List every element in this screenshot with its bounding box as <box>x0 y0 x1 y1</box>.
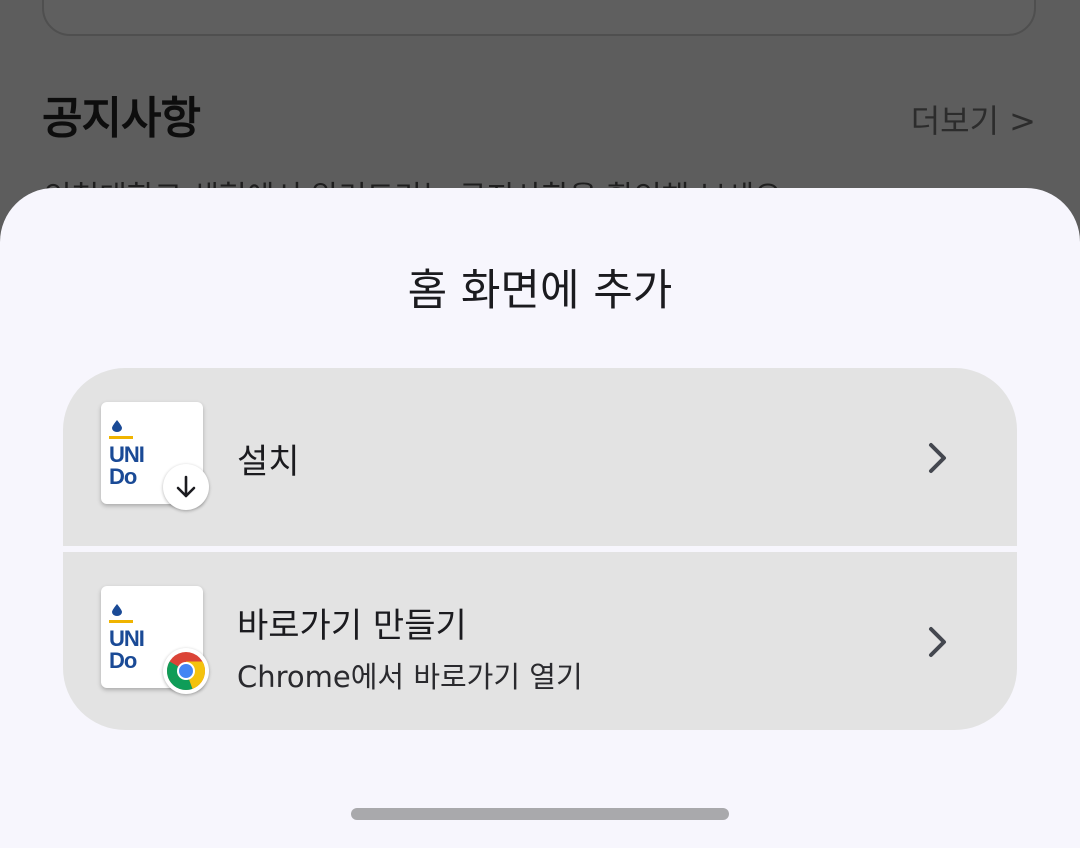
sheet-title: 홈 화면에 추가 <box>407 266 673 316</box>
chrome-badge <box>163 648 209 694</box>
add-to-home-screen-sheet: 홈 화면에 추가 UNI Do 설치 UNI Do 바로가기 만들기 Chrom… <box>0 188 1080 848</box>
logo-text-line2: Do <box>109 648 137 673</box>
create-shortcut-sublabel: Chrome에서 바로가기 열기 <box>237 660 583 694</box>
app-icon: UNI Do <box>101 402 209 510</box>
install-label: 설치 <box>237 442 300 482</box>
app-icon: UNI Do <box>101 586 209 694</box>
chrome-icon <box>166 652 206 691</box>
chevron-right-icon <box>929 627 946 657</box>
notice-more-link: 더보기 > <box>910 102 1036 140</box>
create-shortcut-option[interactable]: UNI Do 바로가기 만들기 Chrome에서 바로가기 열기 <box>63 552 1017 730</box>
download-badge <box>163 464 209 510</box>
water-drop-icon <box>112 420 122 432</box>
background-card <box>42 0 1036 36</box>
logo-accent-bar <box>109 620 133 623</box>
install-option[interactable]: UNI Do 설치 <box>63 368 1017 546</box>
home-indicator[interactable] <box>351 808 729 820</box>
chevron-right-icon <box>929 443 946 473</box>
notice-section-title: 공지사항 <box>42 93 201 144</box>
water-drop-icon <box>112 604 122 616</box>
create-shortcut-label: 바로가기 만들기 <box>237 606 467 646</box>
download-arrow-icon <box>176 475 196 498</box>
logo-accent-bar <box>109 436 133 439</box>
options-group: UNI Do 설치 UNI Do 바로가기 만들기 Chrome에서 바로가기 … <box>63 368 1017 730</box>
logo-text-line2: Do <box>109 464 137 489</box>
